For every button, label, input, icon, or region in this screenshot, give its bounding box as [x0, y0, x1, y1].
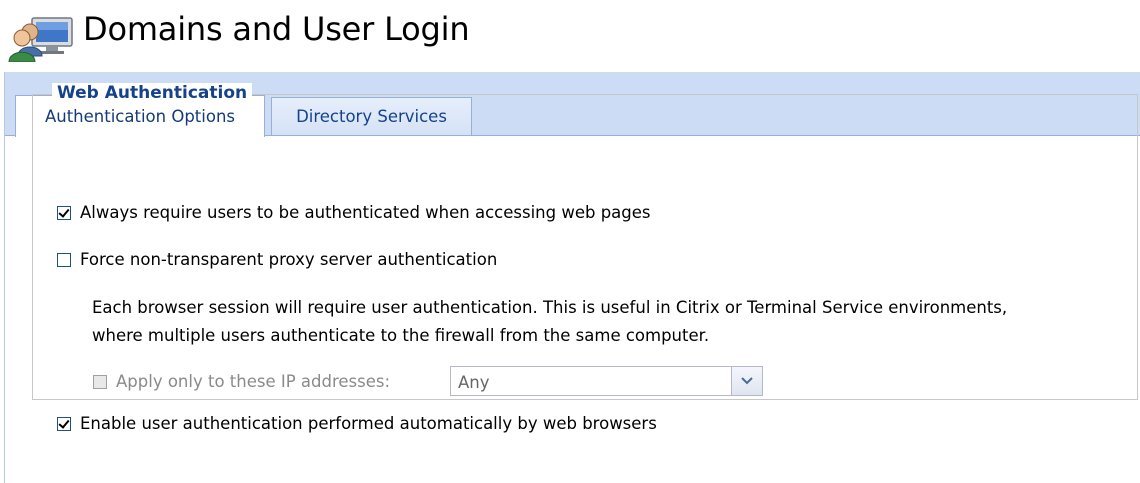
web-authentication-fieldset — [32, 94, 1138, 400]
always-require-label: Always require users to be authenticated… — [80, 203, 651, 222]
fieldset-title: Web Authentication — [52, 83, 253, 103]
always-require-checkbox[interactable] — [57, 205, 71, 220]
description-line-1: Each browser session will require user a… — [92, 298, 1008, 317]
always-require-row[interactable]: Always require users to be authenticated… — [57, 203, 651, 222]
enable-auto-row[interactable]: Enable user authentication performed aut… — [57, 414, 657, 433]
force-non-transparent-row[interactable]: Force non-transparent proxy server authe… — [57, 250, 497, 269]
apply-only-label: Apply only to these IP addresses: — [116, 372, 391, 391]
apply-only-row: Apply only to these IP addresses: — [93, 372, 390, 391]
force-non-transparent-checkbox[interactable] — [57, 252, 71, 267]
enable-auto-label: Enable user authentication performed aut… — [80, 414, 657, 433]
page-title: Domains and User Login — [83, 10, 470, 48]
page-header: Domains and User Login — [0, 0, 1140, 68]
apply-only-checkbox[interactable] — [93, 374, 107, 389]
enable-auto-checkbox[interactable] — [57, 416, 71, 431]
ip-select-value: Any — [458, 373, 490, 392]
users-computer-icon — [8, 17, 73, 62]
force-non-transparent-label: Force non-transparent proxy server authe… — [80, 250, 498, 269]
description-line-2: where multiple users authenticate to the… — [92, 326, 710, 345]
ip-address-select[interactable]: Any — [450, 366, 763, 396]
chevron-down-icon[interactable] — [731, 367, 762, 395]
